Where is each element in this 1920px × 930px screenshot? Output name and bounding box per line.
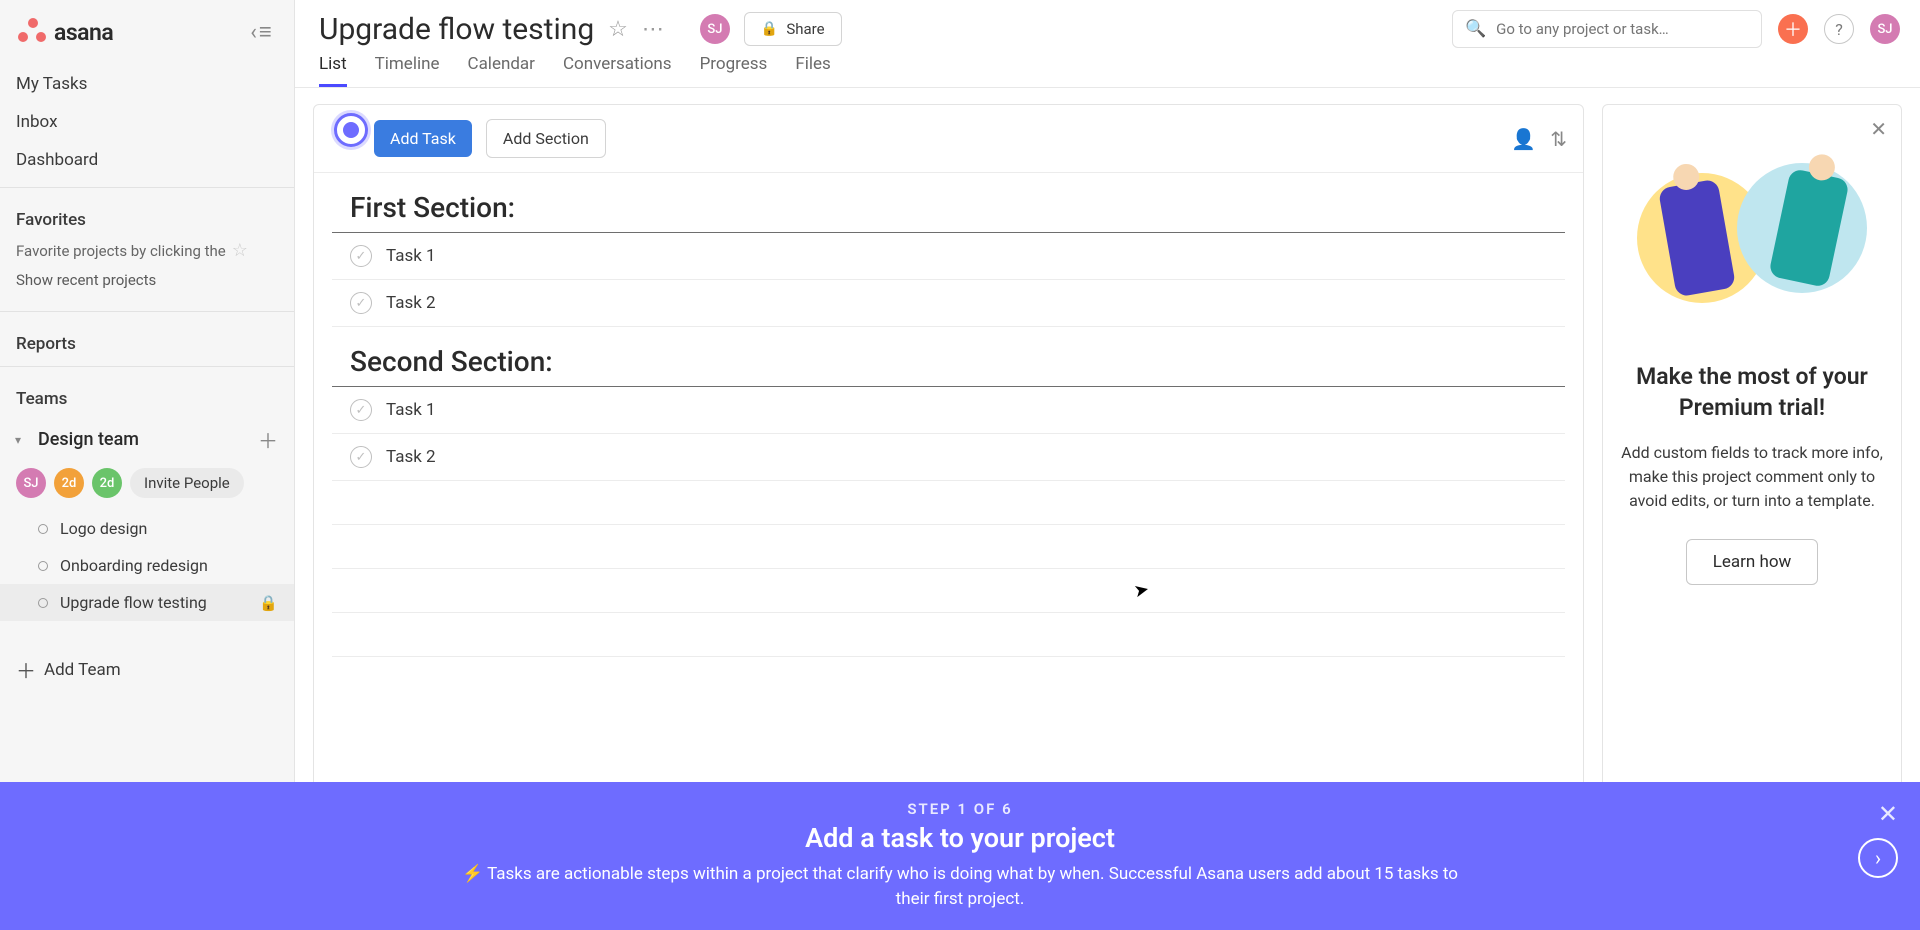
- tab-files[interactable]: Files: [795, 54, 830, 87]
- nav-dashboard[interactable]: Dashboard: [0, 141, 294, 179]
- task-name: Task 1: [386, 246, 436, 266]
- lock-icon: 🔒: [761, 21, 778, 37]
- nav-my-tasks[interactable]: My Tasks: [0, 65, 294, 103]
- member-avatar[interactable]: SJ: [16, 468, 46, 498]
- search-icon: 🔍: [1465, 19, 1486, 39]
- star-outline-icon: ☆: [232, 240, 248, 261]
- project-title[interactable]: Upgrade flow testing: [319, 12, 594, 47]
- profile-avatar[interactable]: SJ: [1870, 14, 1900, 44]
- task-name: Task 2: [386, 447, 436, 467]
- project-header: Upgrade flow testing ☆ ⋯ SJ 🔒 Share 🔍 ＋ …: [295, 0, 1920, 88]
- sidebar-project[interactable]: Logo design: [0, 510, 294, 547]
- learn-how-button[interactable]: Learn how: [1686, 539, 1819, 585]
- complete-checkbox[interactable]: ✓: [350, 399, 372, 421]
- logo-text: asana: [54, 19, 113, 46]
- task-row[interactable]: ✓ Task 2: [332, 280, 1565, 327]
- favorites-heading: Favorites: [0, 194, 294, 236]
- hamburger-icon: ≡: [259, 19, 272, 45]
- sidebar-project[interactable]: Upgrade flow testing 🔒: [0, 584, 294, 621]
- reports-heading[interactable]: Reports: [0, 318, 294, 360]
- app-logo[interactable]: asana: [16, 16, 113, 48]
- invite-people-button[interactable]: Invite People: [130, 468, 244, 498]
- member-avatar[interactable]: 2d: [92, 468, 122, 498]
- star-outline-icon[interactable]: ☆: [608, 17, 628, 42]
- favorites-hint: Favorite projects by clicking the ☆: [0, 236, 294, 269]
- share-button[interactable]: 🔒 Share: [744, 12, 842, 46]
- search-input[interactable]: [1496, 20, 1749, 38]
- sidebar-project[interactable]: Onboarding redesign: [0, 547, 294, 584]
- empty-task-row[interactable]: [332, 481, 1565, 525]
- add-team-label: Add Team: [44, 660, 121, 680]
- quick-add-button[interactable]: ＋: [1778, 14, 1808, 44]
- logo-icon: [16, 16, 48, 48]
- tutorial-title: Add a task to your project: [805, 822, 1115, 854]
- tutorial-banner: ✕ STEP 1 OF 6 Add a task to your project…: [0, 782, 1920, 930]
- task-row[interactable]: ✓ Task 2: [332, 434, 1565, 481]
- section-title[interactable]: Second Section:: [332, 327, 1565, 387]
- show-recent-projects-link[interactable]: Show recent projects: [0, 269, 294, 305]
- team-members: SJ 2d 2d Invite People: [0, 464, 294, 510]
- close-icon[interactable]: ✕: [1878, 800, 1898, 828]
- project-member-avatar[interactable]: SJ: [700, 14, 730, 44]
- list-toolbar-actions: 👤 ⇅: [1511, 127, 1567, 151]
- empty-task-row[interactable]: [332, 569, 1565, 613]
- global-search[interactable]: 🔍: [1452, 10, 1762, 48]
- favorites-hint-text: Favorite projects by clicking the: [16, 242, 226, 260]
- plus-icon: ＋: [16, 655, 36, 684]
- section-title[interactable]: First Section:: [332, 173, 1565, 233]
- sort-icon[interactable]: ⇅: [1550, 127, 1567, 151]
- share-label: Share: [786, 20, 824, 38]
- empty-task-row[interactable]: [332, 613, 1565, 657]
- tab-conversations[interactable]: Conversations: [563, 54, 672, 87]
- complete-checkbox[interactable]: ✓: [350, 292, 372, 314]
- project-name: Onboarding redesign: [60, 556, 208, 575]
- member-avatar[interactable]: 2d: [54, 468, 84, 498]
- close-icon[interactable]: ✕: [1870, 117, 1887, 141]
- complete-checkbox[interactable]: ✓: [350, 446, 372, 468]
- project-name: Upgrade flow testing: [60, 593, 207, 612]
- add-section-button[interactable]: Add Section: [486, 119, 606, 158]
- task-row[interactable]: ✓ Task 1: [332, 233, 1565, 280]
- tab-calendar[interactable]: Calendar: [468, 54, 535, 87]
- team-add-icon[interactable]: ＋: [258, 425, 278, 454]
- task-name: Task 2: [386, 293, 436, 313]
- project-name: Logo design: [60, 519, 147, 538]
- chevron-left-icon: ‹: [250, 20, 257, 45]
- promo-illustration: [1637, 143, 1867, 343]
- add-team-button[interactable]: ＋ Add Team: [0, 645, 294, 694]
- promo-title: Make the most of your Premium trial!: [1621, 361, 1883, 423]
- help-button[interactable]: ?: [1824, 14, 1854, 44]
- tab-list[interactable]: List: [319, 54, 347, 87]
- more-actions-icon[interactable]: ⋯: [642, 17, 666, 42]
- empty-task-row[interactable]: [332, 525, 1565, 569]
- nav-inbox[interactable]: Inbox: [0, 103, 294, 141]
- team-name[interactable]: Design team: [38, 429, 139, 450]
- tab-timeline[interactable]: Timeline: [375, 54, 440, 87]
- collapse-sidebar-button[interactable]: ‹ ≡: [244, 15, 278, 49]
- project-tabs: List Timeline Calendar Conversations Pro…: [295, 50, 1920, 87]
- add-task-button[interactable]: Add Task: [374, 120, 472, 157]
- tutorial-next-button[interactable]: ›: [1858, 838, 1898, 878]
- tutorial-step: STEP 1 OF 6: [907, 800, 1012, 818]
- team-caret-icon[interactable]: ▾: [4, 433, 32, 447]
- task-name: Task 1: [386, 400, 436, 420]
- complete-checkbox[interactable]: ✓: [350, 245, 372, 267]
- task-row[interactable]: ✓ Task 1: [332, 387, 1565, 434]
- lock-icon: 🔒: [259, 594, 278, 612]
- teams-heading: Teams: [0, 373, 294, 415]
- promo-body: Add custom fields to track more info, ma…: [1621, 441, 1883, 513]
- tab-progress[interactable]: Progress: [700, 54, 768, 87]
- people-icon[interactable]: 👤: [1511, 127, 1536, 151]
- tutorial-body: ⚡ Tasks are actionable steps within a pr…: [460, 862, 1460, 911]
